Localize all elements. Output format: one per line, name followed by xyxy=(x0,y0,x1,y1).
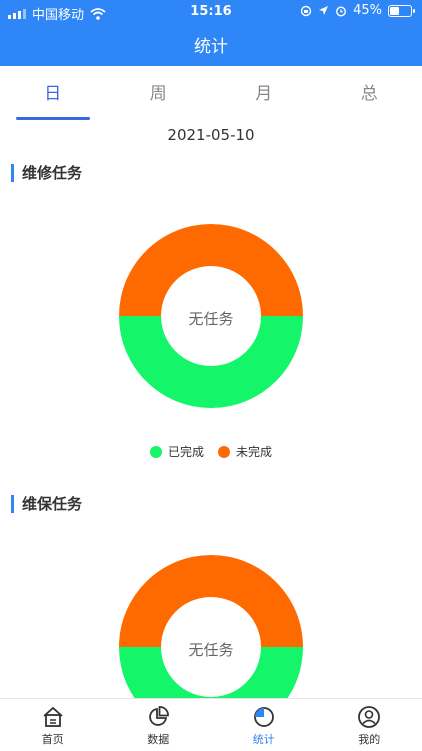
legend-dot-incomplete xyxy=(218,446,230,458)
nav-label: 我的 xyxy=(358,733,380,746)
nav-label: 统计 xyxy=(253,733,275,746)
donut-segment-incomplete xyxy=(119,555,303,647)
battery-icon xyxy=(388,5,412,17)
user-icon xyxy=(357,705,381,729)
legend-label: 已完成 xyxy=(168,443,204,460)
home-icon xyxy=(41,705,65,729)
donut-center-text: 无任务 xyxy=(0,308,422,329)
date-selector[interactable]: 2021-05-10 xyxy=(0,126,422,144)
chart-legend: 已完成 未完成 xyxy=(0,443,422,460)
period-tabs: 日 周 月 总 xyxy=(0,66,422,122)
legend-label: 未完成 xyxy=(236,443,272,460)
nav-label: 数据 xyxy=(147,733,169,746)
nav-profile[interactable]: 我的 xyxy=(317,699,422,751)
stats-icon xyxy=(252,705,276,729)
pie-icon xyxy=(146,705,170,729)
legend-item-completed[interactable]: 已完成 xyxy=(150,443,204,460)
donut-segment-incomplete xyxy=(119,224,303,316)
section-title-repair: 维修任务 xyxy=(11,164,82,182)
location-icon xyxy=(318,5,329,16)
nav-home[interactable]: 首页 xyxy=(0,699,106,751)
tab-month[interactable]: 月 xyxy=(211,66,317,122)
legend-dot-completed xyxy=(150,446,162,458)
tab-total[interactable]: 总 xyxy=(317,66,422,122)
donut-center-text: 无任务 xyxy=(0,639,422,660)
lock-rotation-icon xyxy=(300,5,312,17)
page-title: 统计 xyxy=(0,32,422,57)
status-bar: 中国移动 15:16 45% xyxy=(0,0,422,24)
nav-stats[interactable]: 统计 xyxy=(211,699,317,751)
alarm-icon xyxy=(335,5,347,17)
tab-week[interactable]: 周 xyxy=(106,66,212,122)
tab-day[interactable]: 日 xyxy=(0,66,106,122)
donut-segment-completed xyxy=(119,316,303,408)
bottom-nav: 首页 数据 统计 我的 xyxy=(0,698,422,751)
nav-label: 首页 xyxy=(42,733,64,746)
legend-item-incomplete[interactable]: 未完成 xyxy=(218,443,272,460)
app-header: 中国移动 15:16 45% 统计 xyxy=(0,0,422,66)
nav-data[interactable]: 数据 xyxy=(106,699,212,751)
battery-percent: 45% xyxy=(353,3,382,18)
section-title-maintenance: 维保任务 xyxy=(11,495,82,513)
